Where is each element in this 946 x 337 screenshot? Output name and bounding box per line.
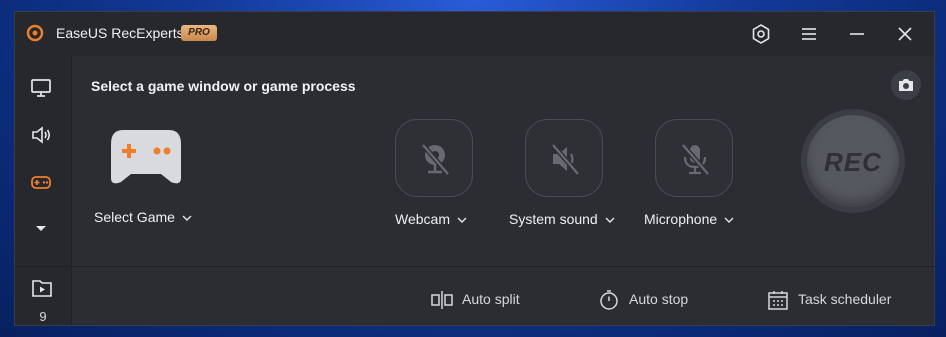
minimize-icon[interactable] xyxy=(846,23,868,45)
chevron-down-icon xyxy=(457,217,467,224)
recordings-panel[interactable]: 9 xyxy=(15,266,71,326)
auto-stop-label: Auto stop xyxy=(629,291,689,307)
auto-split-button[interactable]: Auto split xyxy=(430,288,550,312)
title-bar: EaseUS RecExperts PRO xyxy=(15,12,934,56)
webcam-label: Webcam xyxy=(395,211,450,227)
screenshot-button[interactable] xyxy=(891,70,921,100)
settings-icon[interactable] xyxy=(750,23,772,45)
recordings-folder-icon[interactable] xyxy=(30,276,54,300)
task-scheduler-label: Task scheduler xyxy=(798,291,892,307)
app-title: EaseUS RecExperts xyxy=(56,25,184,41)
system-sound-label: System sound xyxy=(509,211,598,227)
divider xyxy=(72,266,935,267)
task-scheduler-button[interactable]: Task scheduler xyxy=(766,288,906,312)
app-logo-icon xyxy=(26,24,44,42)
system-sound-dropdown[interactable]: System sound xyxy=(509,211,616,227)
microphone-off-icon xyxy=(681,143,710,176)
microphone-label: Microphone xyxy=(644,211,718,227)
chevron-down-icon xyxy=(182,215,192,222)
select-game-dropdown[interactable]: Select Game xyxy=(94,209,193,225)
calendar-icon xyxy=(768,291,788,310)
pro-badge: PRO xyxy=(181,25,217,41)
more-chevron-icon[interactable] xyxy=(29,216,53,240)
menu-icon[interactable] xyxy=(798,23,820,45)
webcam-toggle[interactable] xyxy=(395,119,473,197)
sidebar: 9 xyxy=(15,56,72,325)
page-heading: Select a game window or game process xyxy=(91,78,356,94)
microphone-dropdown[interactable]: Microphone xyxy=(644,211,735,227)
audio-icon[interactable] xyxy=(29,123,53,147)
system-sound-off-icon xyxy=(551,143,580,176)
game-icon[interactable] xyxy=(29,170,53,194)
record-button-face: REC xyxy=(807,115,899,207)
microphone-toggle[interactable] xyxy=(655,119,733,197)
chevron-down-icon xyxy=(605,217,615,224)
game-controller-icon[interactable] xyxy=(109,128,183,186)
chevron-down-icon xyxy=(724,217,734,224)
close-icon[interactable] xyxy=(894,23,916,45)
webcam-dropdown[interactable]: Webcam xyxy=(395,211,468,227)
recordings-count: 9 xyxy=(39,309,47,324)
auto-split-label: Auto split xyxy=(462,291,520,307)
record-button[interactable]: REC xyxy=(801,109,905,213)
webcam-off-icon xyxy=(421,143,450,176)
record-label: REC xyxy=(824,147,882,177)
system-sound-toggle[interactable] xyxy=(525,119,603,197)
auto-split-icon xyxy=(431,291,453,309)
screen-icon[interactable] xyxy=(29,76,53,100)
select-game-label: Select Game xyxy=(94,209,175,225)
camera-icon xyxy=(899,79,913,91)
auto-stop-button[interactable]: Auto stop xyxy=(597,288,717,312)
stopwatch-icon xyxy=(600,290,618,310)
app-window: EaseUS RecExperts PRO 9 Select a game wi… xyxy=(14,11,935,326)
